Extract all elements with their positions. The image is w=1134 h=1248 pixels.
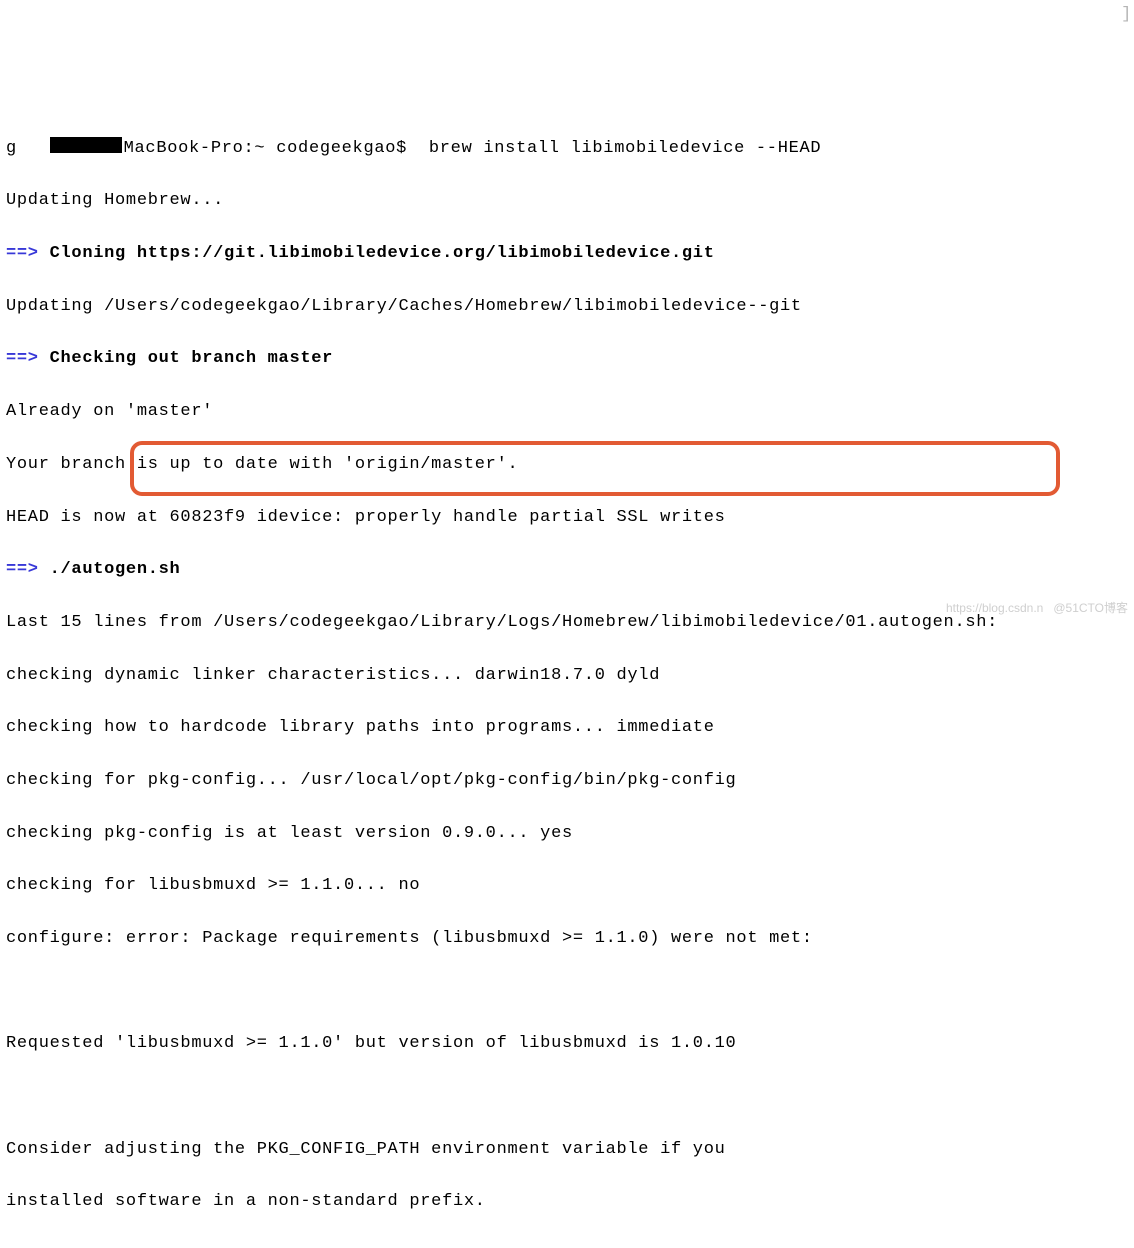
output-line: ==> Cloning https://git.libimobiledevice…: [6, 241, 1128, 267]
terminal-output: g MacBook-Pro:~ codegeekgao$ brew instal…: [6, 109, 1128, 1242]
clone-message: Cloning https://git.libimobiledevice.org…: [50, 244, 715, 263]
prompt-host: MacBook-Pro:~ codegeekgao$: [124, 139, 429, 158]
output-line: Already on 'master': [6, 399, 1128, 425]
output-line: installed software in a non-standard pre…: [6, 1189, 1128, 1215]
redacted-block: [50, 137, 122, 153]
arrow-icon: ==>: [6, 349, 50, 368]
output-line: Updating Homebrew...: [6, 188, 1128, 214]
typed-command[interactable]: brew install libimobiledevice --HEAD: [429, 139, 821, 158]
scrollbar-end-icon: ]: [1121, 2, 1132, 28]
watermark-text: https://blog.csdn.n @51CTO博客: [946, 599, 1128, 618]
output-line: ==> ./autogen.sh: [6, 557, 1128, 583]
checkout-message: Checking out branch master: [50, 349, 333, 368]
output-line: ==> Checking out branch master: [6, 346, 1128, 372]
output-line: checking for libusbmuxd >= 1.1.0... no: [6, 873, 1128, 899]
autogen-message: ./autogen.sh: [50, 560, 181, 579]
output-line: checking dynamic linker characteristics.…: [6, 663, 1128, 689]
output-line: checking pkg-config is at least version …: [6, 821, 1128, 847]
output-line: checking how to hardcode library paths i…: [6, 715, 1128, 741]
blank-line: [6, 1084, 1128, 1110]
arrow-icon: ==>: [6, 244, 50, 263]
output-line: Updating /Users/codegeekgao/Library/Cach…: [6, 294, 1128, 320]
prompt-obscured-prefix: g: [6, 139, 50, 158]
output-line-error: configure: error: Package requirements (…: [6, 926, 1128, 952]
output-line: Consider adjusting the PKG_CONFIG_PATH e…: [6, 1137, 1128, 1163]
output-line: HEAD is now at 60823f9 idevice: properly…: [6, 505, 1128, 531]
command-line: g MacBook-Pro:~ codegeekgao$ brew instal…: [6, 136, 1128, 162]
output-line: Requested 'libusbmuxd >= 1.1.0' but vers…: [6, 1031, 1128, 1057]
blank-line: [6, 979, 1128, 1005]
output-line: checking for pkg-config... /usr/local/op…: [6, 768, 1128, 794]
arrow-icon: ==>: [6, 560, 50, 579]
output-line: Your branch is up to date with 'origin/m…: [6, 452, 1128, 478]
